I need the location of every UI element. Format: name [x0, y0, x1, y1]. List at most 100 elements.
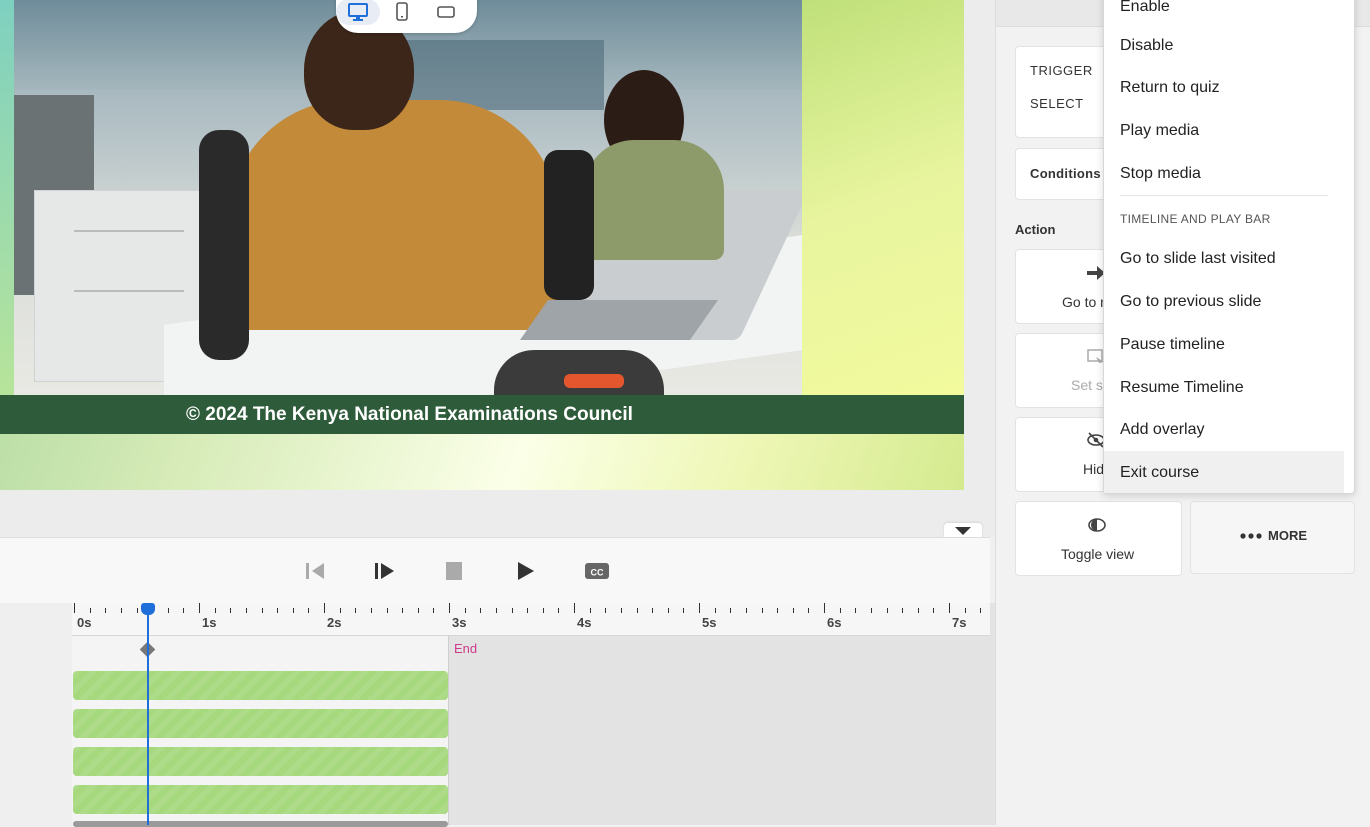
- phone-icon[interactable]: [380, 0, 424, 25]
- ruler-tick: [480, 608, 482, 613]
- menu-item-return-to-quiz[interactable]: Return to quiz: [1120, 79, 1220, 97]
- timeline-ruler[interactable]: 0s 1s 2s 3s 4s 5s 6s 7s: [72, 603, 990, 636]
- ruler-tick: [808, 608, 810, 613]
- menu-item-pause-timeline[interactable]: Pause timeline: [1120, 336, 1225, 354]
- ruler-tick: [839, 608, 841, 613]
- menu-item-go-to-previous-slide[interactable]: Go to previous slide: [1120, 293, 1261, 311]
- toggle-view-icon: [1088, 518, 1106, 532]
- menu-item-resume-timeline[interactable]: Resume Timeline: [1120, 379, 1244, 397]
- playhead-handle[interactable]: [141, 603, 155, 615]
- timeline-layers-column: [0, 603, 73, 825]
- menu-item-add-overlay[interactable]: Add overlay: [1120, 421, 1205, 439]
- timeline-track-bar-partial[interactable]: [73, 821, 448, 827]
- ruler-tick: [699, 603, 700, 613]
- slide-decor-strip: [0, 0, 14, 395]
- tablet-landscape-icon[interactable]: [424, 0, 468, 25]
- slide-photo[interactable]: [14, 0, 802, 395]
- ruler-tick: [714, 608, 716, 613]
- tile-label: Set st: [1071, 377, 1107, 393]
- ruler-tick-label: 1s: [202, 615, 217, 630]
- ruler-tick: [370, 608, 372, 613]
- ruler-tick: [214, 608, 216, 613]
- desktop-icon[interactable]: [336, 0, 380, 25]
- step-back-icon[interactable]: [302, 558, 328, 584]
- ruler-tick: [74, 603, 75, 613]
- ruler-tick-label: 6s: [827, 615, 842, 630]
- tile-label: Hid: [1083, 461, 1105, 477]
- timeline-end-label: End: [454, 641, 478, 656]
- timeline: 0s 1s 2s 3s 4s 5s 6s 7s End: [0, 603, 996, 827]
- ruler-tick: [792, 608, 794, 613]
- slide-decor-panel: [802, 0, 964, 395]
- tile-label: Toggle view: [1061, 546, 1135, 562]
- ruler-tick: [105, 608, 107, 613]
- ruler-tick: [902, 608, 904, 613]
- trigger-label: TRIGGER: [1030, 63, 1093, 78]
- slide-canvas[interactable]: © 2024 The Kenya National Examinations C…: [0, 0, 964, 490]
- ruler-tick: [933, 608, 935, 613]
- play-icon[interactable]: [512, 558, 538, 584]
- timeline-track-bar[interactable]: [73, 785, 448, 814]
- menu-item-enable[interactable]: Enable: [1120, 0, 1170, 16]
- ruler-tick: [667, 608, 669, 613]
- conditions-label: Conditions: [1030, 166, 1101, 181]
- more-dots-icon: [1240, 533, 1262, 539]
- slide-footer[interactable]: © 2024 The Kenya National Examinations C…: [0, 395, 964, 434]
- ruler-tick: [464, 608, 466, 613]
- ruler-tick: [824, 603, 825, 613]
- ruler-tick: [870, 608, 872, 613]
- closed-captions-icon[interactable]: CC: [582, 558, 612, 584]
- slide-stage: © 2024 The Kenya National Examinations C…: [0, 0, 995, 537]
- ruler-tick: [89, 608, 91, 613]
- ruler-tick: [136, 608, 138, 613]
- action-tile-more[interactable]: MORE: [1190, 501, 1355, 574]
- playhead[interactable]: [147, 603, 149, 825]
- stop-icon[interactable]: [441, 558, 467, 584]
- ruler-tick: [745, 608, 747, 613]
- ruler-tick: [339, 608, 341, 613]
- timeline-track-bar[interactable]: [73, 709, 448, 738]
- ruler-tick: [761, 608, 763, 613]
- ruler-tick-label: 2s: [327, 615, 342, 630]
- ruler-tick: [324, 603, 325, 613]
- ruler-tick: [574, 603, 575, 613]
- action-label: Action: [1015, 222, 1056, 237]
- ruler-tick: [167, 608, 169, 613]
- ruler-tick: [433, 608, 435, 613]
- ruler-tick-label: 3s: [452, 615, 467, 630]
- menu-item-stop-media[interactable]: Stop media: [1120, 165, 1201, 183]
- ruler-tick: [449, 603, 450, 613]
- play-from-start-icon[interactable]: [371, 558, 397, 584]
- ruler-tick: [245, 608, 247, 613]
- menu-item-play-media[interactable]: Play media: [1120, 122, 1199, 140]
- ruler-tick: [558, 608, 560, 613]
- menu-divider: [1120, 195, 1328, 196]
- timeline-track-bar[interactable]: [73, 671, 448, 700]
- ruler-tick: [964, 608, 966, 613]
- action-tile-toggle-view[interactable]: Toggle view: [1015, 501, 1182, 576]
- ruler-tick: [620, 608, 622, 613]
- ruler-tick: [120, 608, 122, 613]
- ruler-tick: [292, 608, 294, 613]
- ruler-tick: [199, 603, 200, 613]
- timeline-track-bar[interactable]: [73, 747, 448, 776]
- ruler-tick: [636, 608, 638, 613]
- action-dropdown-menu: Enable Disable Return to quiz Play media…: [1103, 0, 1355, 494]
- ruler-tick: [589, 608, 591, 613]
- menu-item-disable[interactable]: Disable: [1120, 37, 1173, 55]
- tile-label: MORE: [1268, 528, 1307, 543]
- ruler-tick: [527, 608, 529, 613]
- menu-item-go-to-slide-last-visited[interactable]: Go to slide last visited: [1120, 250, 1276, 268]
- ruler-tick: [277, 608, 279, 613]
- ruler-tick-label: 7s: [952, 615, 967, 630]
- ruler-tick: [949, 603, 950, 613]
- ruler-tick: [886, 608, 888, 613]
- ruler-tick: [183, 608, 185, 613]
- menu-item-exit-course[interactable]: Exit course: [1120, 464, 1199, 482]
- ruler-tick: [495, 608, 497, 613]
- device-switcher: [336, 0, 477, 33]
- ruler-tick: [730, 608, 732, 613]
- ruler-tick: [917, 608, 919, 613]
- ruler-tick: [980, 608, 982, 613]
- ruler-tick: [683, 608, 685, 613]
